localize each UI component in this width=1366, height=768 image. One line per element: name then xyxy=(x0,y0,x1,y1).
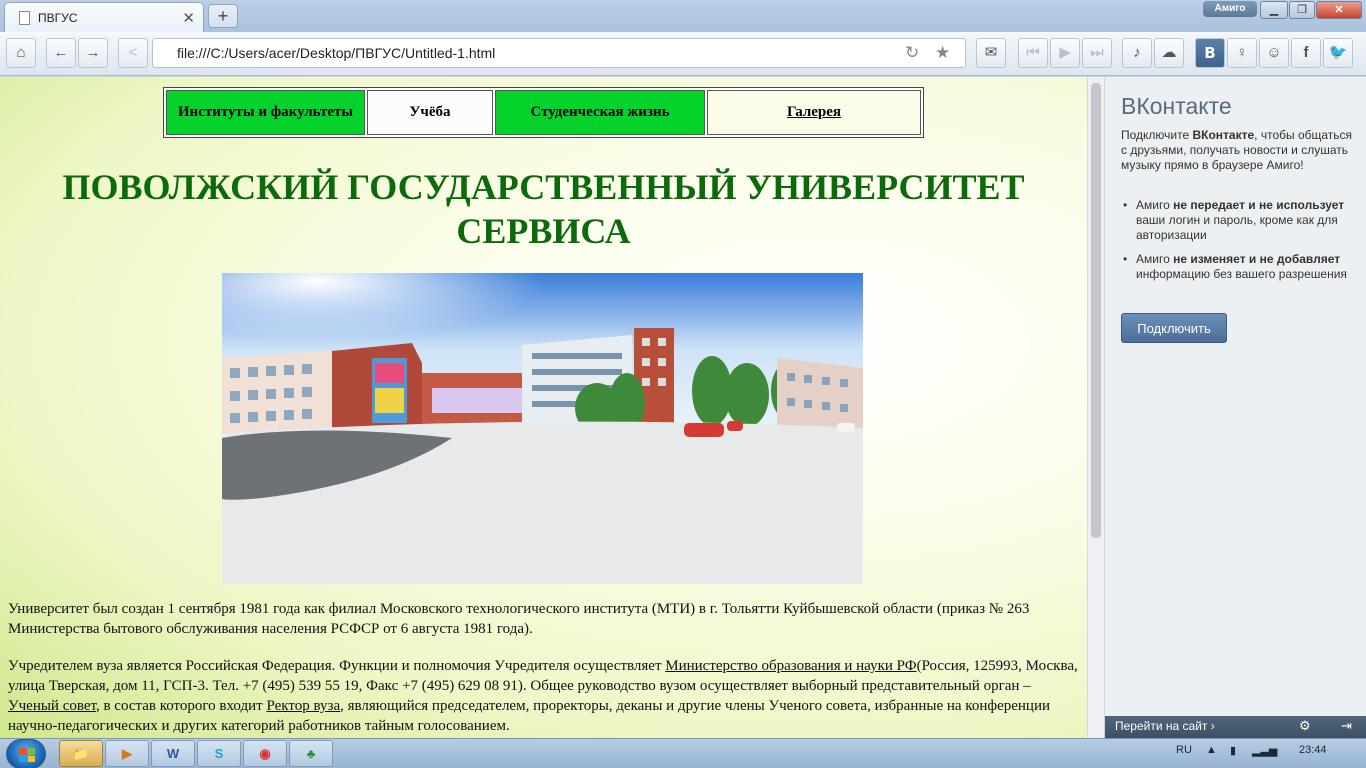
sidebar-bullet-2: Амиго не изменяет и не добавляет информа… xyxy=(1121,252,1353,282)
twitter-icon[interactable]: 🐦 xyxy=(1323,38,1353,68)
vk-sidebar: ВКонтакте Подключите ВКонтакте, чтобы об… xyxy=(1104,77,1366,738)
gear-icon[interactable]: ⚙ xyxy=(1299,718,1311,734)
nav-student-life[interactable]: Студенческая жизнь xyxy=(495,90,705,135)
address-text: file:///C:/Users/acer/Desktop/ПВГУС/Unti… xyxy=(177,45,496,61)
sidebar-bullet-1: Амиго не передает и не использует ваши л… xyxy=(1121,198,1353,243)
tab-title: ПВГУС xyxy=(38,10,78,25)
page-title-line2: СЕРВИСА xyxy=(456,211,631,251)
page-title: ПОВОЛЖСКИЙ ГОСУДАРСТВЕННЫЙ УНИВЕРСИТЕТ С… xyxy=(0,165,1087,253)
minimize-button[interactable]: ▁ xyxy=(1260,1,1288,19)
page-icon xyxy=(19,10,30,25)
sidebar-intro-bold: ВКонтакте xyxy=(1192,128,1255,142)
profile-badge[interactable]: Амиго xyxy=(1203,1,1257,17)
sidebar-intro: Подключите ВКонтакте, чтобы общаться с д… xyxy=(1121,128,1353,173)
skype-taskbar-icon[interactable]: S xyxy=(197,740,241,767)
page-title-line1: ПОВОЛЖСКИЙ ГОСУДАРСТВЕННЫЙ УНИВЕРСИТЕТ xyxy=(62,167,1025,207)
ministry-link[interactable]: Министерство образования и науки РФ xyxy=(665,658,916,674)
bullet1-bold: не передает и не использует xyxy=(1173,198,1345,212)
home-icon[interactable]: ⌂ xyxy=(6,38,36,68)
founder-text-1: Учредителем вуза является Российская Фед… xyxy=(8,658,666,674)
amigo-taskbar-icon[interactable]: ♣ xyxy=(289,740,333,767)
bullet1-text-2: ваши логин и пароль, кроме как для автор… xyxy=(1136,213,1338,242)
odnoklassniki-icon[interactable]: ♀ xyxy=(1227,38,1257,68)
nav-gallery[interactable]: Галерея xyxy=(707,90,921,135)
mail-icon[interactable]: ✉ xyxy=(976,38,1006,68)
page-content: Институты и факультеты Учёба Студенческа… xyxy=(0,77,1087,738)
battery-icon[interactable]: ▮ xyxy=(1230,744,1236,757)
academic-council-link[interactable]: Ученый совет xyxy=(8,698,96,714)
reload-icon[interactable]: ↻ xyxy=(905,39,919,67)
close-window-button[interactable]: ✕ xyxy=(1316,1,1362,19)
go-to-site-link[interactable]: Перейти на сайт › xyxy=(1115,719,1215,733)
forward-icon[interactable]: → xyxy=(78,38,108,68)
play-icon[interactable]: ▶ xyxy=(1050,38,1080,68)
back-icon[interactable]: ← xyxy=(46,38,76,68)
sidebar-title: ВКонтакте xyxy=(1121,93,1232,119)
rector-link[interactable]: Ректор вуза xyxy=(266,698,340,714)
nav-institutes[interactable]: Институты и факультеты xyxy=(166,90,365,135)
windows-logo-icon xyxy=(19,748,35,762)
chat-icon[interactable]: ☁ xyxy=(1154,38,1184,68)
toolbar: ⌂ ← → < file:///C:/Users/acer/Desktop/ПВ… xyxy=(0,32,1366,76)
taskbar: 📁 ▶ W S ◉ ♣ RU ▲ ▮ ▂▃▅ 23:44 xyxy=(0,738,1366,768)
new-tab-button[interactable]: + xyxy=(208,4,238,28)
vk-icon[interactable]: B xyxy=(1195,38,1225,68)
maximize-button[interactable]: ❐ xyxy=(1289,1,1315,19)
nav-study[interactable]: Учёба xyxy=(367,90,493,135)
tab-close-icon[interactable]: ✕ xyxy=(182,9,195,27)
nav-gallery-link[interactable]: Галерея xyxy=(787,104,841,121)
chrome-taskbar-icon[interactable]: ◉ xyxy=(243,740,287,767)
page-scrollbar[interactable] xyxy=(1087,77,1104,738)
facebook-icon[interactable]: f xyxy=(1291,38,1321,68)
start-button[interactable] xyxy=(6,739,46,768)
address-bar[interactable]: file:///C:/Users/acer/Desktop/ПВГУС/Unti… xyxy=(152,38,966,68)
university-panorama-image xyxy=(222,273,863,584)
language-indicator[interactable]: RU xyxy=(1176,744,1192,756)
tab-bar: ПВГУС ✕ + Амиго ▁ ❐ ✕ xyxy=(0,0,1366,32)
sidebar-footer: Перейти на сайт › ⚙ ⇥ xyxy=(1105,716,1366,738)
sidebar-bullets: Амиго не передает и не использует ваши л… xyxy=(1121,198,1353,291)
bullet2-text-2: информацию без вашего разрешения xyxy=(1136,267,1347,281)
bullet2-bold: не изменяет и не добавляет xyxy=(1173,252,1341,266)
music-icon[interactable]: ♪ xyxy=(1122,38,1152,68)
tray-expand-icon[interactable]: ▲ xyxy=(1206,744,1217,756)
clock[interactable]: 23:44 xyxy=(1299,744,1327,756)
media-player-taskbar-icon[interactable]: ▶ xyxy=(105,740,149,767)
bookmark-star-icon[interactable]: ★ xyxy=(935,39,950,67)
word-taskbar-icon[interactable]: W xyxy=(151,740,195,767)
moimir-icon[interactable]: ☺ xyxy=(1259,38,1289,68)
intro-paragraph: Университет был создан 1 сентября 1981 г… xyxy=(8,601,1030,637)
next-track-icon[interactable]: ⏭ xyxy=(1082,38,1112,68)
nav-table: Институты и факультеты Учёба Студенческа… xyxy=(163,87,924,138)
exit-icon[interactable]: ⇥ xyxy=(1341,718,1352,734)
browser-tab[interactable]: ПВГУС ✕ xyxy=(4,2,204,32)
share-icon[interactable]: < xyxy=(118,38,148,68)
founder-paragraph: Учредителем вуза является Российская Фед… xyxy=(8,656,1078,736)
network-icon[interactable]: ▂▃▅ xyxy=(1252,744,1277,757)
bullet2-text: Амиго xyxy=(1136,252,1174,266)
scrollbar-thumb[interactable] xyxy=(1091,83,1101,538)
prev-track-icon[interactable]: ⏮ xyxy=(1018,38,1048,68)
connect-button[interactable]: Подключить xyxy=(1121,313,1227,343)
sidebar-intro-text: Подключите xyxy=(1121,128,1193,142)
explorer-taskbar-icon[interactable]: 📁 xyxy=(59,740,103,767)
founder-text-3: , в состав которого входит xyxy=(95,698,267,714)
bullet1-text: Амиго xyxy=(1136,198,1174,212)
